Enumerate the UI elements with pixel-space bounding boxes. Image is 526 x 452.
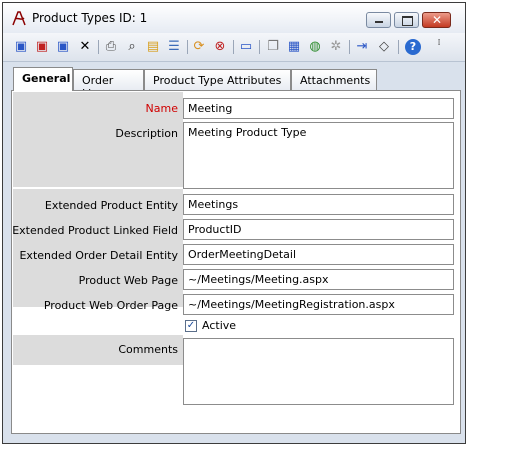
app-logo-icon [12, 11, 26, 26]
tab-product-type-attributes[interactable]: Product Type Attributes [144, 69, 291, 90]
product-types-window: Product Types ID: 1 ✕ ▣ ▣ ▣ ✕ ⎙ ⌕ ▤ ☰ ⟳ … [2, 2, 466, 444]
active-checkbox[interactable]: ✓ [185, 320, 197, 332]
tab-attachments[interactable]: Attachments [291, 69, 377, 90]
globe-icon[interactable]: ◍ [307, 39, 323, 55]
minimize-button[interactable] [366, 12, 391, 28]
help-icon[interactable]: ? [405, 39, 421, 55]
extended-product-linked-field-field[interactable]: ProductID [183, 219, 454, 240]
comments-label: Comments [118, 343, 178, 356]
product-web-page-label: Product Web Page [78, 274, 178, 287]
tag-icon[interactable]: ▭ [238, 39, 254, 55]
extended-product-linked-field-label: Extended Product Linked Field [12, 224, 178, 237]
refresh-icon[interactable]: ⟳ [191, 39, 207, 55]
active-label: Active [202, 319, 237, 332]
maximize-button[interactable] [394, 12, 419, 28]
close-icon: ✕ [432, 13, 443, 27]
more-icon[interactable]: ⁞ [435, 39, 443, 55]
checkmark-icon: ✓ [186, 320, 196, 331]
extended-order-detail-entity-label: Extended Order Detail Entity [19, 249, 178, 262]
toolbar-separator [398, 40, 399, 54]
product-web-order-page-label: Product Web Order Page [43, 299, 178, 312]
tab-strip: General Order Line Product Type Attribut… [11, 67, 461, 100]
paste-icon[interactable]: ▦ [286, 39, 302, 55]
product-web-order-page-field[interactable]: ~/Meetings/MeetingRegistration.aspx [183, 294, 454, 315]
title-bar[interactable]: Product Types ID: 1 ✕ [3, 3, 465, 33]
name-field[interactable]: Meeting [183, 98, 454, 119]
toolbar: ▣ ▣ ▣ ✕ ⎙ ⌕ ▤ ☰ ⟳ ⊗ ▭ ❐ ▦ ◍ ✲ ⇥ ◇ ? ⁞ [3, 33, 465, 62]
tab-order-line[interactable]: Order Line [73, 69, 144, 100]
delete-icon[interactable]: ✕ [77, 39, 93, 55]
toolbar-separator [187, 40, 188, 54]
general-panel: Name Meeting Description Meeting Product… [11, 90, 461, 434]
copy-icon[interactable]: ❐ [265, 39, 281, 55]
window-title: Product Types ID: 1 [32, 11, 148, 25]
toolbar-separator [349, 40, 350, 54]
login-icon[interactable]: ⇥ [354, 39, 370, 55]
maximize-icon [402, 16, 413, 26]
product-web-page-field[interactable]: ~/Meetings/Meeting.aspx [183, 269, 454, 290]
close-button[interactable]: ✕ [422, 12, 451, 28]
remove-icon[interactable]: ⊗ [212, 39, 228, 55]
new-folder-icon[interactable]: ▤ [145, 39, 161, 55]
extended-product-entity-field[interactable]: Meetings [183, 194, 454, 215]
minimize-icon [375, 21, 383, 23]
settings-icon[interactable]: ✲ [328, 39, 344, 55]
list-icon[interactable]: ☰ [166, 39, 182, 55]
name-label: Name [145, 102, 178, 115]
extended-order-detail-entity-field[interactable]: OrderMeetingDetail [183, 244, 454, 265]
toolbar-separator [259, 40, 260, 54]
description-field[interactable]: Meeting Product Type [183, 122, 454, 189]
save-icon[interactable]: ▣ [13, 39, 29, 55]
save-close-icon[interactable]: ▣ [55, 39, 71, 55]
find-icon[interactable]: ⌕ [124, 39, 140, 55]
eraser-icon[interactable]: ◇ [376, 39, 392, 55]
extended-product-entity-label: Extended Product Entity [44, 199, 178, 212]
toolbar-separator [233, 40, 234, 54]
tab-general[interactable]: General [13, 67, 73, 91]
toolbar-separator [98, 40, 99, 54]
description-label: Description [115, 127, 178, 140]
print-icon[interactable]: ⎙ [103, 39, 119, 55]
comments-field[interactable] [183, 338, 454, 405]
save-new-icon[interactable]: ▣ [34, 39, 50, 55]
